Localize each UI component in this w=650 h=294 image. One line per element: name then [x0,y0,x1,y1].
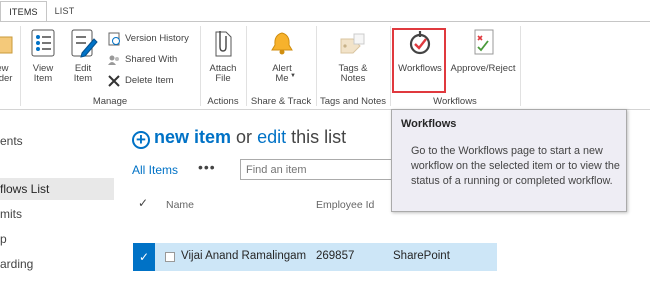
nav-item-p[interactable]: p [0,228,7,250]
delete-item-button[interactable]: Delete Item [107,73,174,89]
select-all-checkmark-icon[interactable]: ✓ [138,196,148,210]
approve-reject-button[interactable]: Approve/Reject [448,27,518,74]
tags-notes-label: Tags & Notes [338,63,368,84]
delete-x-icon [108,75,120,87]
nav-item-documents[interactable]: ents [0,130,23,152]
group-label-share-track: Share & Track [250,96,312,107]
attach-file-button[interactable]: Attach File [205,27,241,84]
ribbon-tab-bar: ITEMS LIST [0,0,650,22]
view-item-label: View Item [32,63,54,84]
plus-circle-icon[interactable]: + [132,131,150,149]
tab-list[interactable]: LIST [47,1,82,22]
ribbon-separator [246,26,247,106]
group-label-workflows: Workflows [433,96,477,107]
cell-employee-id: 269857 [316,250,355,262]
view-item-button[interactable]: View Item [28,27,58,84]
item-document-icon [165,252,175,262]
new-folder-label: New Folder [0,63,13,84]
cell-name[interactable]: Vijai Anand Ramalingam [181,250,306,262]
attach-file-label: Attach File [209,63,237,84]
search-input[interactable] [240,159,406,180]
approve-reject-label: Approve/Reject [450,63,516,74]
ribbon-separator [390,26,391,106]
paperclip-icon [215,31,232,57]
ribbon: New Folder View Item Edit Item [0,21,650,110]
tooltip-body: Go to the Workflows page to start a new … [411,145,620,187]
left-navigation: ents flows List mits p arding [0,112,115,294]
edit-item-icon [71,29,98,58]
group-label-actions: Actions [207,96,239,107]
workflows-tooltip: Workflows Go to the Workflows page to st… [391,109,627,212]
group-label-manage: Manage [92,96,128,107]
bell-icon [271,32,293,55]
version-history-icon [108,32,120,46]
view-item-icon [31,29,55,57]
workflows-highlight-box [392,28,446,93]
list-action-heading: + new item or edit this list [132,127,346,149]
ribbon-separator [520,26,521,106]
new-folder-button[interactable]: New Folder [0,27,14,84]
tab-items[interactable]: ITEMS [0,1,47,22]
cell-team: SharePoint [393,250,450,262]
edit-item-button[interactable]: Edit Item [68,27,98,84]
ribbon-separator [316,26,317,106]
group-label-tags-notes: Tags and Notes [319,96,386,107]
ribbon-separator [20,26,21,106]
column-header-employee-id[interactable]: Employee Id [316,199,374,211]
shared-with-label: Shared With [125,54,178,65]
tags-notes-button[interactable]: Tags & Notes [333,27,373,84]
more-options-icon[interactable]: ••• [198,159,216,175]
this-list-text: this list [291,127,347,147]
edit-item-label: Edit Item [73,63,93,84]
shared-with-button[interactable]: Shared With [107,52,177,68]
sharepoint-list-page: ITEMS LIST New Folder View Item [0,0,650,294]
version-history-button[interactable]: Version History [107,31,189,47]
new-folder-icon [0,36,13,54]
column-header-name[interactable]: Name [166,199,194,211]
or-text: or [236,127,253,147]
chevron-down-icon: ▼ [290,73,296,79]
tooltip-title: Workflows [401,118,457,130]
version-history-label: Version History [125,33,189,44]
nav-item-workflows-list[interactable]: flows List [0,178,114,200]
new-item-link[interactable]: new item [154,127,231,147]
edit-link[interactable]: edit [257,127,286,147]
tag-icon [340,33,365,54]
ribbon-separator [200,26,201,106]
table-row[interactable]: ✓ Vijai Anand Ramalingam 269857 SharePoi… [133,243,497,271]
view-all-items[interactable]: All Items [132,163,178,177]
shared-with-icon [108,55,119,65]
nav-item-onboarding[interactable]: arding [0,253,33,275]
row-selected-checkmark-icon[interactable]: ✓ [133,243,155,271]
delete-item-label: Delete Item [125,75,174,86]
approve-reject-icon [474,29,494,55]
nav-item-submits[interactable]: mits [0,203,22,225]
alert-me-button[interactable]: Alert Me ▼ [264,27,300,84]
